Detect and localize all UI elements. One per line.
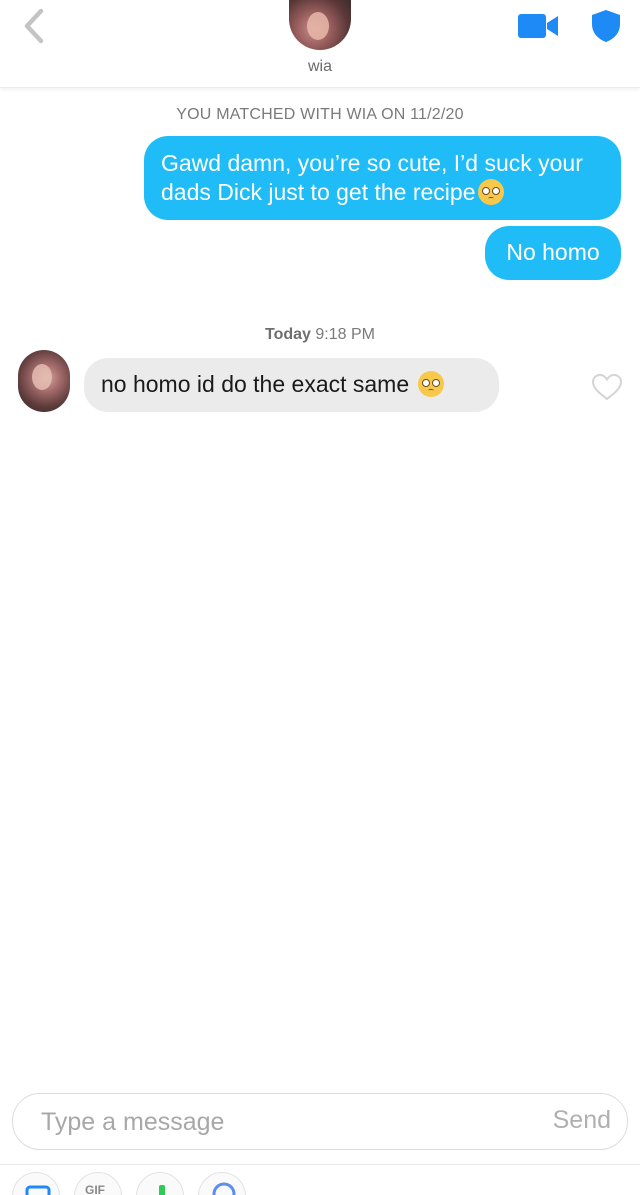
send-button[interactable]: Send <box>553 1106 611 1135</box>
message-text: Gawd damn, you’re so cute, I’d suck your… <box>161 150 583 205</box>
reaction-icon <box>212 1182 236 1195</box>
avatar-photo <box>307 12 329 40</box>
chat-screen: wia YOU MATCHED WITH WIA ON 11/2/20 Gawd… <box>0 0 640 1195</box>
sticker-icon <box>25 1185 51 1195</box>
message-text: No homo <box>506 239 600 265</box>
reaction-button[interactable] <box>198 1172 246 1195</box>
video-call-button[interactable] <box>516 12 560 40</box>
composer-divider <box>0 1164 640 1165</box>
message-input[interactable] <box>41 1106 491 1138</box>
music-icon <box>159 1185 165 1195</box>
incoming-message[interactable]: no homo id do the exact same <box>84 358 499 412</box>
gif-button[interactable]: GIF <box>74 1172 122 1195</box>
like-message-button[interactable] <box>590 372 624 402</box>
sender-avatar[interactable] <box>18 350 70 412</box>
music-button[interactable] <box>136 1172 184 1195</box>
match-name[interactable]: wia <box>0 58 640 76</box>
pleading-face-emoji-icon <box>477 179 504 205</box>
sticker-button[interactable] <box>12 1172 60 1195</box>
chat-header: wia <box>0 0 640 88</box>
gif-icon: GIF <box>85 1183 105 1195</box>
back-button[interactable] <box>16 6 52 46</box>
video-camera-icon <box>518 14 558 38</box>
match-date-label: YOU MATCHED WITH WIA ON 11/2/20 <box>176 106 464 123</box>
outgoing-message[interactable]: Gawd damn, you’re so cute, I’d suck your… <box>144 136 621 220</box>
outgoing-message[interactable]: No homo <box>485 226 621 280</box>
message-composer: Send <box>12 1093 628 1150</box>
safety-button[interactable] <box>588 8 624 44</box>
message-text: no homo id do the exact same <box>101 371 410 397</box>
heart-icon <box>591 373 623 401</box>
timestamp-day: Today <box>265 326 311 343</box>
timestamp-divider: Today 9:18 PM <box>0 326 640 344</box>
chevron-left-icon <box>24 8 44 44</box>
shield-icon <box>592 10 620 42</box>
timestamp-time: 9:18 PM <box>315 326 375 343</box>
match-avatar[interactable] <box>289 0 351 50</box>
avatar-photo <box>32 364 52 390</box>
pleading-face-emoji-icon <box>417 371 444 397</box>
